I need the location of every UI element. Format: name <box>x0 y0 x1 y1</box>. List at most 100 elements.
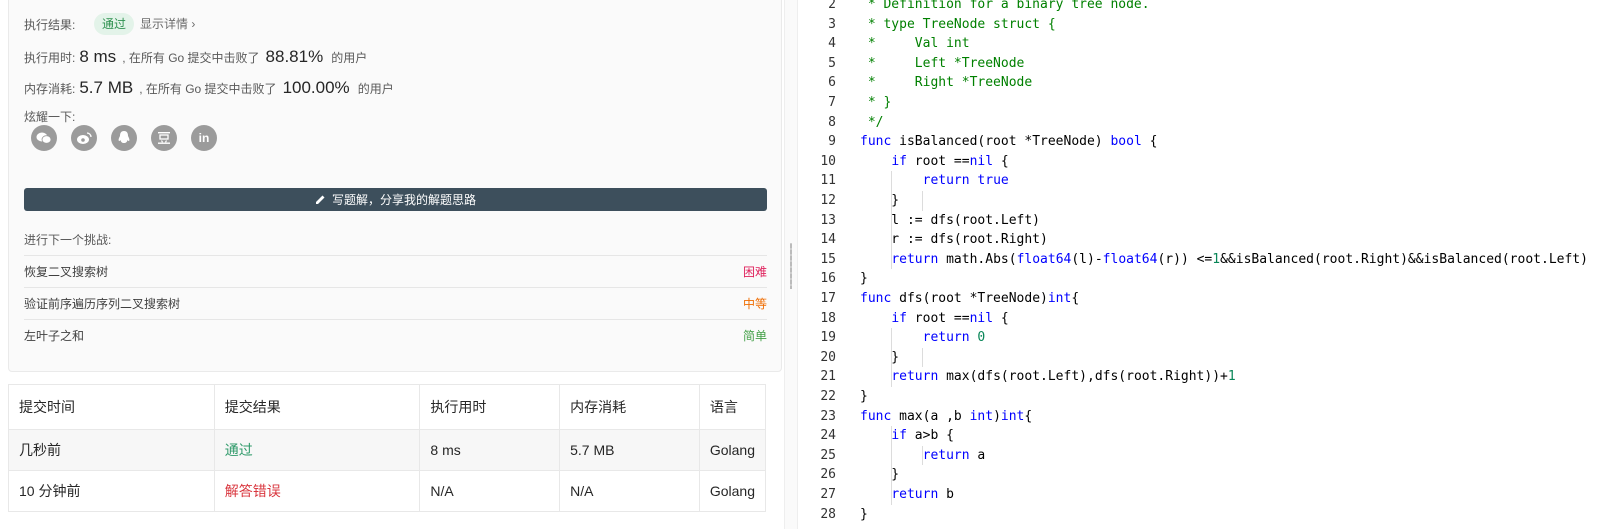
code-text: */ <box>860 114 884 130</box>
code-text: if root ==nil { <box>891 153 1009 169</box>
line-number: 8 <box>828 114 836 130</box>
code-line[interactable]: 19 return 0 <box>798 328 1603 348</box>
runtime-suffix: 的用户 <box>331 51 368 65</box>
code-line[interactable]: 10 if root ==nil { <box>798 152 1603 172</box>
code-line[interactable]: 7 * } <box>798 93 1603 113</box>
line-number: 9 <box>828 134 836 150</box>
code-line[interactable]: 18 if root ==nil { <box>798 309 1603 329</box>
code-text: return math.Abs(float64(l)-float64(r)) <… <box>891 251 1588 267</box>
col-header-runtime: 执行用时 <box>419 384 561 430</box>
code-text: } <box>860 389 868 404</box>
line-number: 21 <box>820 369 836 385</box>
code-text: * Left *TreeNode <box>860 55 1025 71</box>
line-number: 3 <box>828 16 836 32</box>
list-item[interactable]: 验证前序遍历序列二叉搜索树 中等 <box>24 287 767 319</box>
memory-middle: , 在所有 Go 提交中击败了 <box>139 82 277 96</box>
drag-grip-icon <box>790 243 792 289</box>
cell-memory: 5.7 MB <box>559 429 700 471</box>
share-icons: in <box>31 125 217 151</box>
code-text: l := dfs(root.Left) <box>860 212 1041 228</box>
indent-guide <box>891 328 892 387</box>
indent-guide <box>922 347 923 368</box>
line-number: 17 <box>820 291 836 306</box>
code-line[interactable]: 26 } <box>798 465 1603 485</box>
code-text: } <box>860 193 900 208</box>
code-text: if a>b { <box>891 428 954 444</box>
write-solution-button[interactable]: 写题解，分享我的解题思路 <box>24 188 767 211</box>
challenge-title[interactable]: 恢复二叉搜索树 <box>24 263 108 280</box>
code-line[interactable]: 21 return max(dfs(root.Left),dfs(root.Ri… <box>798 367 1603 387</box>
challenge-title[interactable]: 验证前序遍历序列二叉搜索树 <box>24 295 180 312</box>
code-line[interactable]: 22} <box>798 387 1603 407</box>
code-line[interactable]: 6 * Right *TreeNode <box>798 73 1603 93</box>
code-line[interactable]: 15 return math.Abs(float64(l)-float64(r)… <box>798 250 1603 270</box>
code-line[interactable]: 11 return true <box>798 171 1603 191</box>
qq-icon[interactable] <box>111 125 137 151</box>
show-details-link[interactable]: 显示详情 › <box>140 14 195 34</box>
cell-runtime: N/A <box>419 470 561 512</box>
code-line[interactable]: 8 */ <box>798 113 1603 133</box>
cell-result[interactable]: 解答错误 <box>213 470 421 512</box>
linkedin-icon[interactable]: in <box>191 125 217 151</box>
submissions-table: 提交时间 提交结果 执行用时 内存消耗 语言 几秒前 通过 8 ms 5.7 M… <box>8 384 767 512</box>
code-line[interactable]: 20 } <box>798 348 1603 368</box>
weibo-icon[interactable] <box>71 125 97 151</box>
line-number: 16 <box>820 271 836 287</box>
memory-value: 5.7 MB <box>79 78 134 97</box>
next-challenge-list: 恢复二叉搜索树 困难 验证前序遍历序列二叉搜索树 中等 左叶子之和 简单 <box>24 255 767 351</box>
code-editor[interactable]: 2 * Definition for a binary tree node. 3 … <box>798 0 1603 529</box>
cell-result[interactable]: 通过 <box>213 429 421 471</box>
difficulty-badge: 简单 <box>742 329 767 343</box>
col-header-lang: 语言 <box>698 384 767 430</box>
line-number: 23 <box>820 408 836 424</box>
line-number: 10 <box>820 153 836 169</box>
code-text: func isBalanced(root *TreeNode) bool { <box>860 134 1158 150</box>
code-line[interactable]: 14 r := dfs(root.Right) <box>798 230 1603 250</box>
panel-resize-handle[interactable] <box>784 0 798 529</box>
col-header-result: 提交结果 <box>213 384 421 430</box>
code-line[interactable]: 16} <box>798 269 1603 289</box>
code-line[interactable]: 28} <box>798 505 1603 525</box>
write-solution-label: 写题解，分享我的解题思路 <box>331 193 476 207</box>
code-line[interactable]: 13 l := dfs(root.Left) <box>798 211 1603 231</box>
indent-guide <box>922 445 923 466</box>
code-line[interactable]: 9 func isBalanced(root *TreeNode) bool { <box>798 132 1603 152</box>
code-text: return true <box>922 173 1009 189</box>
code-line[interactable]: 3 * type TreeNode struct { <box>798 15 1603 35</box>
line-number: 20 <box>820 349 836 365</box>
line-number: 27 <box>820 487 836 502</box>
code-line[interactable]: 25 return a <box>798 446 1603 466</box>
list-item[interactable]: 左叶子之和 简单 <box>24 319 767 351</box>
submission-panel: 执行结果: 通过 显示详情 › 执行用时: 8 ms , 在所有 Go 提交中击… <box>0 0 784 529</box>
difficulty-badge: 中等 <box>742 297 767 311</box>
code-line[interactable]: 4 * Val int <box>798 34 1603 54</box>
indent-guide <box>891 426 892 505</box>
code-text: if root ==nil { <box>891 310 1009 326</box>
status-badge: 通过 <box>94 13 135 35</box>
table-row: 10 分钟前 解答错误 N/A N/A Golang <box>8 470 767 512</box>
challenge-title[interactable]: 左叶子之和 <box>24 327 84 344</box>
line-number: 22 <box>820 389 836 404</box>
code-line[interactable]: 5 * Left *TreeNode <box>798 54 1603 74</box>
code-line[interactable]: 17 func dfs(root *TreeNode)int{ <box>798 289 1603 309</box>
wechat-icon[interactable] <box>31 125 57 151</box>
code-line[interactable]: 12 } <box>798 191 1603 211</box>
cell-time: 10 分钟前 <box>8 470 215 512</box>
code-line[interactable]: 27 return b <box>798 485 1603 505</box>
code-text: func dfs(root *TreeNode)int{ <box>860 291 1080 306</box>
next-challenge-label: 进行下一个挑战: <box>24 233 112 247</box>
douban-icon[interactable] <box>151 125 177 151</box>
code-line[interactable]: 24 if a>b { <box>798 426 1603 446</box>
cell-lang: Golang <box>698 429 767 471</box>
line-number: 5 <box>828 55 836 71</box>
code-line[interactable]: 23 func max(a ,b int)int{ <box>798 407 1603 427</box>
runtime-value: 8 ms <box>79 47 117 66</box>
code-text: * type TreeNode struct { <box>860 16 1056 32</box>
cell-memory: N/A <box>559 470 700 512</box>
code-text: return max(dfs(root.Left),dfs(root.Right… <box>891 369 1236 385</box>
cell-time: 几秒前 <box>8 429 215 471</box>
code-text: func max(a ,b int)int{ <box>860 408 1033 424</box>
list-item[interactable]: 恢复二叉搜索树 困难 <box>24 255 767 287</box>
memory-stat: 内存消耗: 5.7 MB , 在所有 Go 提交中击败了 100.00% 的用户 <box>24 78 394 98</box>
code-line[interactable]: 2 * Definition for a binary tree node. <box>798 0 1603 15</box>
